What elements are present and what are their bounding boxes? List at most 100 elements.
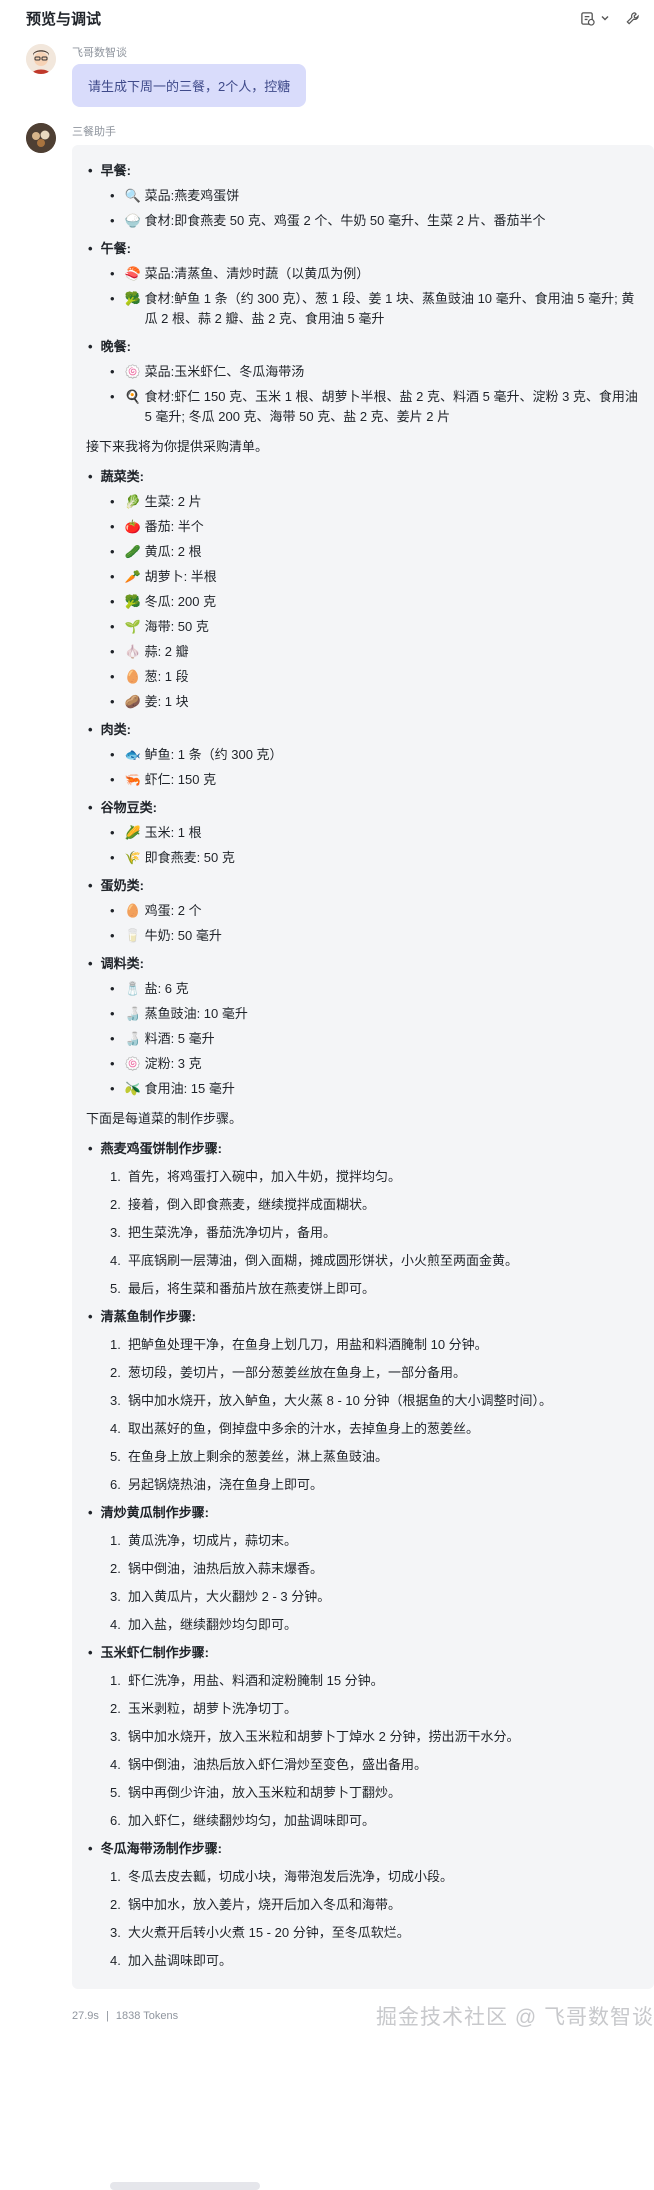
meal-item-text: 食材:鲈鱼 1 条（约 300 克）、葱 1 段、姜 1 块、蒸鱼豉油 10 毫…	[145, 289, 638, 329]
shopping-item: • 🥛 牛奶: 50 毫升	[110, 926, 638, 946]
ingredient-emoji-icon: 🦐	[124, 772, 141, 787]
ingredient-emoji-icon: 🍶	[124, 1006, 141, 1021]
step-number: 3.	[110, 1729, 121, 1744]
bullet: •	[110, 619, 115, 634]
shopping-item: • 🥦 冬瓜: 200 克	[110, 592, 638, 612]
meal-item: • 🔍 菜品:燕麦鸡蛋饼	[110, 186, 638, 206]
shopping-item-text: 淀粉: 3 克	[144, 1056, 202, 1071]
food-emoji-icon: 🍣	[124, 266, 141, 281]
meal-item: • 🍚 食材:即食燕麦 50 克、鸡蛋 2 个、牛奶 50 毫升、生菜 2 片、番茄…	[110, 211, 638, 231]
shopping-item-text: 海带: 50 克	[144, 619, 209, 634]
ingredient-emoji-icon: 🥔	[124, 694, 141, 709]
step-text: 锅中加水烧开，放入玉米粒和胡萝卜丁焯水 2 分钟，捞出沥干水分。	[128, 1729, 520, 1744]
meal-item-list: • 🔍 菜品:燕麦鸡蛋饼 • 🍚 食材:即食燕麦 50 克、鸡蛋 2 个、牛奶 50 毫升…	[86, 186, 638, 231]
bullet: •	[110, 569, 115, 584]
shopping-category-title: 蛋奶类:	[86, 876, 638, 896]
step-number: 3.	[110, 1225, 121, 1240]
ingredient-emoji-icon: 🥚	[124, 669, 141, 684]
step-number: 4.	[110, 1421, 121, 1436]
shopping-item-text: 食用油: 15 毫升	[144, 1081, 235, 1096]
page-title: 预览与调试	[26, 10, 102, 28]
recipe-step: 2. 锅中加水，放入姜片，烧开后加入冬瓜和海带。	[110, 1895, 638, 1915]
meal-item-text: 食材:即食燕麦 50 克、鸡蛋 2 个、牛奶 50 毫升、生菜 2 片、番茄半个	[145, 211, 546, 231]
step-text: 玉米剥粒，胡萝卜洗净切丁。	[128, 1701, 298, 1716]
user-avatar	[26, 44, 56, 74]
recipe-step: 2. 锅中倒油，油热后放入蒜末爆香。	[110, 1559, 638, 1579]
recipe-step: 1. 首先，将鸡蛋打入碗中，加入牛奶，搅拌均匀。	[110, 1167, 638, 1187]
recipe-step: 4. 取出蒸好的鱼，倒掉盘中多余的汁水，去掉鱼身上的葱姜丝。	[110, 1419, 638, 1439]
step-text: 最后，将生菜和番茄片放在燕麦饼上即可。	[128, 1281, 376, 1296]
history-icon	[581, 11, 595, 26]
ingredient-emoji-icon: 🌱	[124, 619, 141, 634]
shopping-item-text: 冬瓜: 200 克	[144, 594, 217, 609]
shopping-category-title: 蔬菜类:	[86, 467, 638, 487]
recipe-step-list: 1. 把鲈鱼处理干净，在鱼身上划几刀，用盐和料酒腌制 10 分钟。 2. 葱切段，姜切…	[110, 1335, 638, 1495]
watermark: 掘金技术社区 @ 飞哥数智谈	[376, 2006, 654, 2029]
chevron-down-icon	[601, 16, 609, 21]
history-dropdown-button[interactable]	[580, 11, 611, 26]
step-text: 把生菜洗净，番茄洗净切片，备用。	[128, 1225, 337, 1240]
recipe-step: 4. 加入盐调味即可。	[110, 1951, 638, 1971]
shopping-item: • 🧂 盐: 6 克	[110, 979, 638, 999]
meal-item-label: 菜品:	[144, 266, 175, 281]
shopping-category-title: 谷物豆类:	[86, 798, 638, 818]
bullet: •	[110, 291, 115, 306]
bot-message-card: 早餐:•🔍菜品:燕麦鸡蛋饼•🍚食材:即食燕麦 50 克、鸡蛋 2 个、牛奶 50…	[72, 145, 654, 1989]
step-text: 另起锅烧热油，浇在鱼身上即可。	[128, 1477, 324, 1492]
recipe-step: 3. 锅中加水烧开，放入玉米粒和胡萝卜丁焯水 2 分钟，捞出沥干水分。	[110, 1727, 638, 1747]
bottom-scroll-indicator[interactable]	[110, 2182, 260, 2190]
shopping-item: • 🧄 蒜: 2 瓣	[110, 642, 638, 662]
bullet: •	[110, 644, 115, 659]
step-text: 加入盐，继续翻炒均匀即可。	[128, 1617, 298, 1632]
meal-item-label: 食材:	[144, 389, 175, 404]
recipe-title: 玉米虾仁制作步骤:	[86, 1643, 638, 1663]
ingredient-emoji-icon: 🥛	[124, 928, 141, 943]
ingredient-emoji-icon: 🥦	[124, 594, 141, 609]
step-number: 1.	[110, 1337, 121, 1352]
shopping-item: • 🍥 淀粉: 3 克	[110, 1054, 638, 1074]
recipe-step: 4. 平底锅刷一层薄油，倒入面糊，摊成圆形饼状，小火煎至两面金黄。	[110, 1251, 638, 1271]
recipe-step: 1. 虾仁洗净，用盐、料酒和淀粉腌制 15 分钟。	[110, 1671, 638, 1691]
step-text: 锅中倒油，油热后放入虾仁滑炒至变色，盛出备用。	[128, 1757, 428, 1772]
step-number: 1.	[110, 1673, 121, 1688]
step-number: 2.	[110, 1701, 121, 1716]
shopping-item-text: 玉米: 1 根	[144, 825, 202, 840]
settings-button[interactable]	[625, 11, 640, 26]
recipe-step-list: 1. 冬瓜去皮去瓤，切成小块，海带泡发后洗净，切成小段。 2. 锅中加水，放入姜片，烧…	[110, 1867, 638, 1971]
shopping-category-title: 肉类:	[86, 720, 638, 740]
step-number: 2.	[110, 1561, 121, 1576]
recipe-step: 1. 把鲈鱼处理干净，在鱼身上划几刀，用盐和料酒腌制 10 分钟。	[110, 1335, 638, 1355]
step-text: 取出蒸好的鱼，倒掉盘中多余的汁水，去掉鱼身上的葱姜丝。	[128, 1421, 480, 1436]
recipe-step: 3. 加入黄瓜片，大火翻炒 2 - 3 分钟。	[110, 1587, 638, 1607]
header-tools	[580, 11, 640, 26]
recipe-step: 3. 把生菜洗净，番茄洗净切片，备用。	[110, 1223, 638, 1243]
user-message-row: 飞哥数智谈 请生成下周一的三餐，2个人，控糖	[0, 36, 654, 107]
bullet: •	[110, 364, 115, 379]
recipe-title: 燕麦鸡蛋饼制作步骤:	[86, 1139, 638, 1159]
meal-item-label: 菜品:	[144, 188, 175, 203]
bullet: •	[110, 981, 115, 996]
shopping-item: • 🌱 海带: 50 克	[110, 617, 638, 637]
shopping-item: • 🥕 胡萝卜: 半根	[110, 567, 638, 587]
step-number: 6.	[110, 1813, 121, 1828]
step-text: 把鲈鱼处理干净，在鱼身上划几刀，用盐和料酒腌制 10 分钟。	[128, 1337, 488, 1352]
step-text: 锅中加水，放入姜片，烧开后加入冬瓜和海带。	[128, 1897, 402, 1912]
meal-item-list: • 🍥 菜品:玉米虾仁、冬瓜海带汤 • 🍳 食材:虾仁 150 克、玉米 1 根、胡萝卜半…	[86, 362, 638, 427]
shopping-item-list: • 🥬 生菜: 2 片 • 🍅 番茄: 半个 • 🥒 黄瓜: 2 根 • 🥕 胡萝卜: 半根 • 🥦 冬瓜:…	[86, 492, 638, 712]
ingredient-emoji-icon: 🥬	[124, 494, 141, 509]
ingredient-emoji-icon: 🍶	[124, 1031, 141, 1046]
shopping-item-list: • 🥚 鸡蛋: 2 个 • 🥛 牛奶: 50 毫升	[86, 901, 638, 946]
shopping-item: • 🍶 料酒: 5 毫升	[110, 1029, 638, 1049]
bullet: •	[110, 747, 115, 762]
bullet: •	[110, 494, 115, 509]
bot-avatar	[26, 123, 56, 153]
bullet: •	[110, 772, 115, 787]
header: 预览与调试	[0, 0, 654, 36]
ingredient-emoji-icon: 🫒	[124, 1081, 141, 1096]
meal-item-value: 燕麦鸡蛋饼	[174, 188, 240, 203]
food-emoji-icon: 🍳	[124, 389, 141, 404]
recipe-step: 6. 另起锅烧热油，浇在鱼身上即可。	[110, 1475, 638, 1495]
step-number: 1.	[110, 1869, 121, 1884]
step-number: 3.	[110, 1589, 121, 1604]
shopping-item-text: 生菜: 2 片	[144, 494, 202, 509]
